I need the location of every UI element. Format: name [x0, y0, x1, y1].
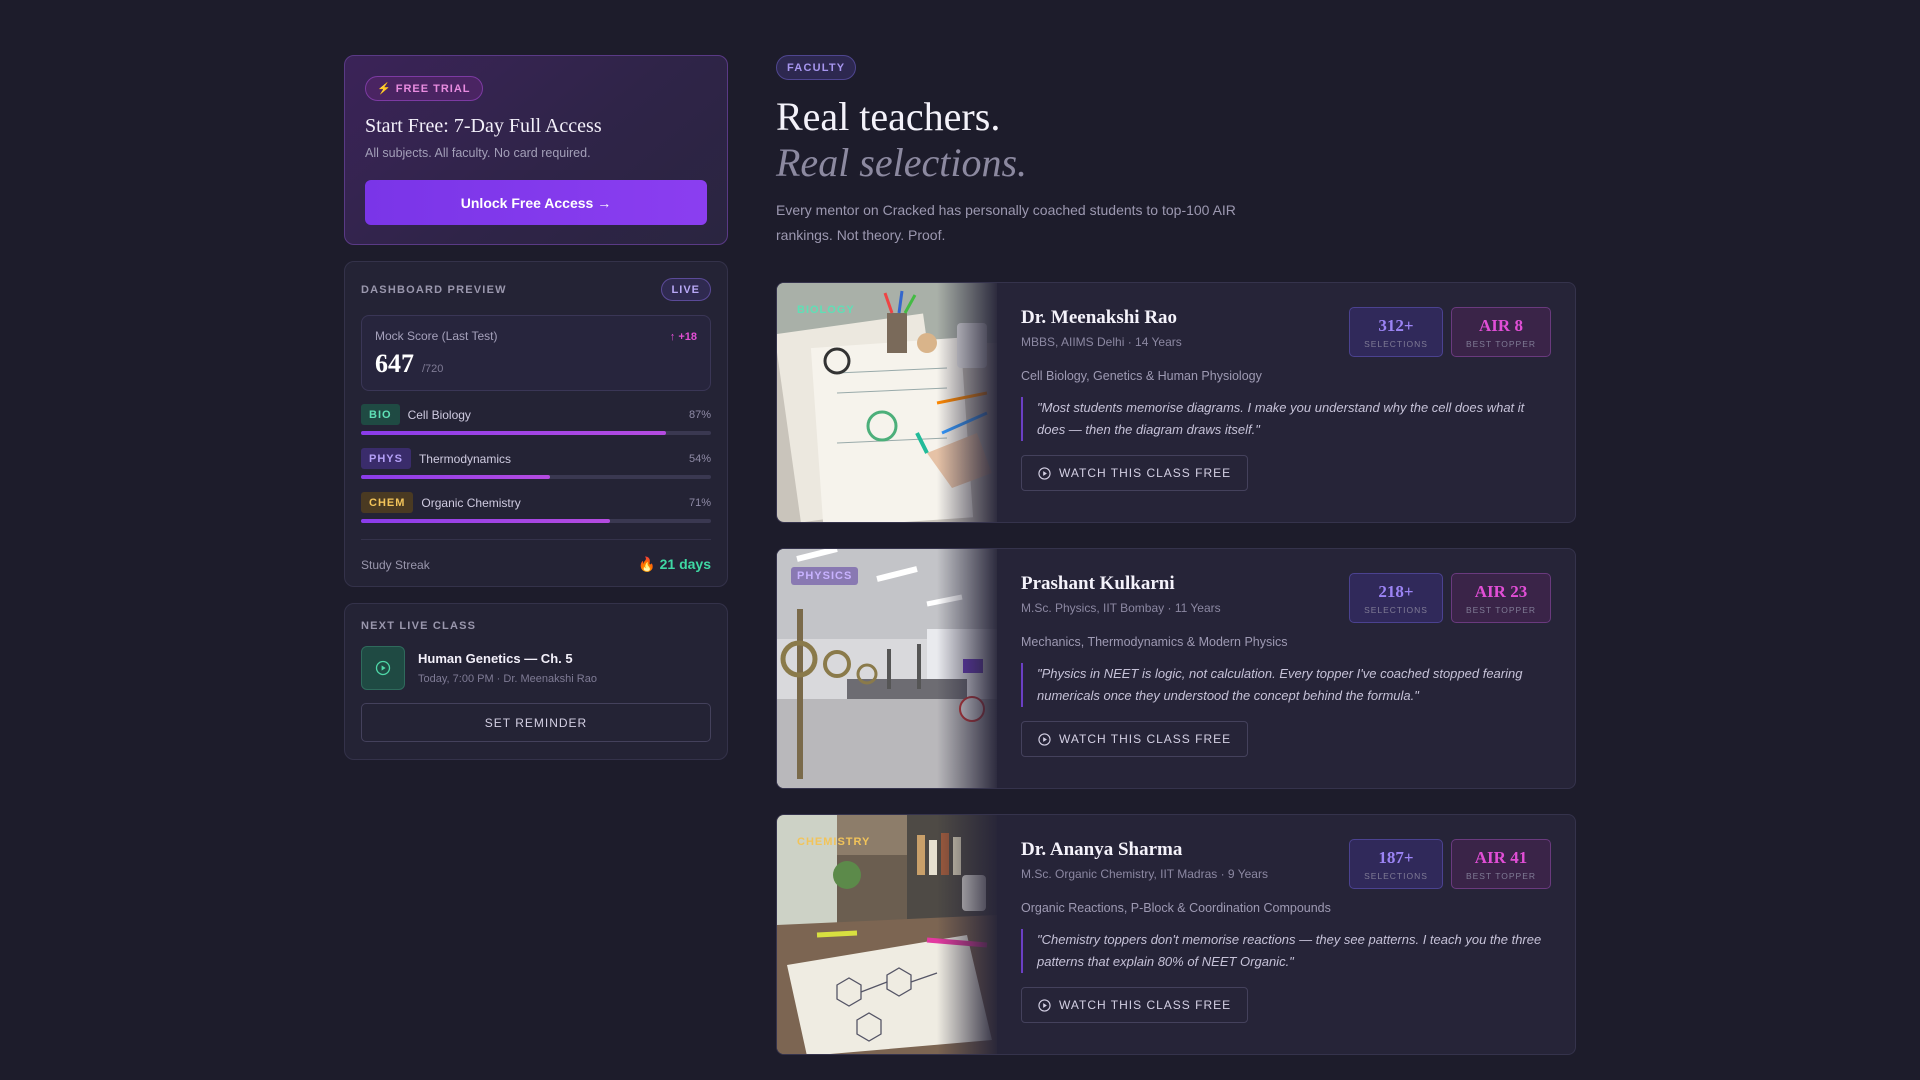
teacher-quote: "Physics in NEET is logic, not calculati…: [1021, 663, 1551, 707]
subject-name: Organic Chemistry: [421, 495, 521, 510]
play-circle-icon: [1038, 466, 1051, 480]
study-streak-row: Study Streak 🔥 21 days: [361, 539, 711, 573]
teacher-stats: 187+ SELECTIONS AIR 41 BEST TOPPER: [1349, 839, 1551, 889]
mock-score-value: 647: [375, 349, 414, 378]
faculty-pill: FACULTY: [776, 55, 857, 80]
next-class-meta: Today, 7:00 PM · Dr. Meenakshi Rao: [418, 673, 597, 685]
teacher-card: BIOLOGY Dr. Meenakshi Rao MBBS, AIIMS De…: [776, 282, 1576, 523]
best-topper-value: AIR 41: [1474, 847, 1528, 867]
teacher-card: PHYSICS Prashant Kulkarni M.Sc. Physics,…: [776, 548, 1576, 789]
mock-score-max: /720: [422, 363, 444, 375]
progress-fill: [361, 431, 666, 435]
best-topper-value: AIR 23: [1474, 581, 1528, 601]
subject-progress-bio: BIO Cell Biology 87%: [361, 404, 711, 435]
photo-subject-tag: PHYSICS: [791, 567, 859, 585]
selections-label: SELECTIONS: [1364, 870, 1428, 881]
subject-name: Thermodynamics: [418, 451, 511, 466]
progress-track: [361, 431, 711, 435]
subject-progress-chem: CHEM Organic Chemistry 71%: [361, 492, 711, 523]
watch-class-free-button[interactable]: WATCH THIS CLASS FREE: [1021, 455, 1249, 491]
dashboard-preview-card: DASHBOARD PREVIEW LIVE Mock Score (Last …: [344, 261, 728, 587]
teacher-stats: 312+ SELECTIONS AIR 8 BEST TOPPER: [1349, 307, 1551, 357]
best-topper-stat: AIR 23 BEST TOPPER: [1451, 573, 1551, 623]
next-class-title: Human Genetics — Ch. 5: [418, 651, 573, 666]
watch-class-free-button[interactable]: WATCH THIS CLASS FREE: [1021, 987, 1249, 1023]
teacher-stats: 218+ SELECTIONS AIR 23 BEST TOPPER: [1349, 573, 1551, 623]
live-badge: LIVE: [660, 278, 711, 301]
mock-score-delta: ↑ +18: [669, 331, 697, 343]
unlock-free-access-button[interactable]: Unlock Free Access →: [365, 180, 707, 225]
free-trial-card: ⚡ FREE TRIAL Start Free: 7-Day Full Acce…: [344, 55, 728, 245]
free-trial-subtitle: All subjects. All faculty. No card requi…: [365, 146, 591, 160]
selections-stat: 187+ SELECTIONS: [1349, 839, 1443, 889]
faculty-headline-italic: Real selections.: [776, 140, 1028, 185]
play-circle-icon: [1038, 732, 1051, 746]
teacher-quote: "Chemistry toppers don't memorise reacti…: [1021, 929, 1551, 973]
dashboard-preview-label: DASHBOARD PREVIEW: [361, 283, 507, 296]
subject-percent: 54%: [688, 452, 711, 465]
subject-tag: CHEM: [361, 492, 414, 513]
watch-class-free-label: WATCH THIS CLASS FREE: [1059, 466, 1232, 480]
progress-fill: [361, 475, 550, 479]
set-reminder-button[interactable]: SET REMINDER: [361, 703, 711, 742]
selections-value: 312+: [1378, 315, 1414, 335]
faculty-headline: Real teachers.: [776, 94, 1001, 139]
subject-percent: 87%: [688, 408, 711, 421]
best-topper-label: BEST TOPPER: [1465, 338, 1537, 349]
best-topper-label: BEST TOPPER: [1465, 604, 1537, 615]
page: ⚡ FREE TRIAL Start Free: 7-Day Full Acce…: [0, 0, 1920, 1080]
teacher-subjects: Mechanics, Thermodynamics & Modern Physi…: [1021, 635, 1288, 649]
free-trial-badge: ⚡ FREE TRIAL: [365, 76, 483, 101]
selections-stat: 218+ SELECTIONS: [1349, 573, 1443, 623]
mock-score-box: Mock Score (Last Test) ↑ +18 647 /720: [361, 315, 711, 391]
next-live-class-label: NEXT LIVE CLASS: [361, 620, 477, 632]
subject-name: Cell Biology: [407, 407, 471, 422]
teacher-subjects: Organic Reactions, P-Block & Coordinatio…: [1021, 901, 1331, 915]
progress-track: [361, 519, 711, 523]
study-streak-label: Study Streak: [361, 557, 430, 572]
teacher-quote: "Most students memorise diagrams. I make…: [1021, 397, 1551, 441]
selections-label: SELECTIONS: [1364, 604, 1428, 615]
teacher-photo-biology: BIOLOGY: [777, 283, 997, 522]
progress-fill: [361, 519, 610, 523]
photo-subject-tag: BIOLOGY: [797, 304, 855, 316]
selections-value: 187+: [1378, 847, 1414, 867]
subject-progress-phys: PHYS Thermodynamics 54%: [361, 448, 711, 479]
teacher-subjects: Cell Biology, Genetics & Human Physiolog…: [1021, 369, 1262, 383]
teacher-photo-chemistry: CHEMISTRY: [777, 815, 997, 1054]
selections-label: SELECTIONS: [1364, 338, 1428, 349]
watch-class-free-label: WATCH THIS CLASS FREE: [1059, 998, 1232, 1012]
watch-class-free-button[interactable]: WATCH THIS CLASS FREE: [1021, 721, 1249, 757]
progress-track: [361, 475, 711, 479]
selections-stat: 312+ SELECTIONS: [1349, 307, 1443, 357]
play-circle-icon: [1038, 998, 1051, 1012]
photo-subject-tag: CHEMISTRY: [797, 836, 871, 848]
free-trial-title: Start Free: 7-Day Full Access: [365, 115, 602, 137]
mock-score-label: Mock Score (Last Test): [375, 329, 498, 343]
best-topper-value: AIR 8: [1479, 315, 1523, 335]
selections-value: 218+: [1378, 581, 1414, 601]
best-topper-stat: AIR 8 BEST TOPPER: [1451, 307, 1551, 357]
watch-class-free-label: WATCH THIS CLASS FREE: [1059, 732, 1232, 746]
sidebar-column: ⚡ FREE TRIAL Start Free: 7-Day Full Acce…: [344, 55, 728, 760]
best-topper-stat: AIR 41 BEST TOPPER: [1451, 839, 1551, 889]
subject-percent: 71%: [688, 496, 711, 509]
teacher-photo-physics: PHYSICS: [777, 549, 997, 788]
next-live-class-card: NEXT LIVE CLASS Human Genetics — Ch. 5 T…: [344, 603, 728, 760]
best-topper-label: BEST TOPPER: [1465, 870, 1537, 881]
faculty-intro: Every mentor on Cracked has personally c…: [776, 202, 1236, 243]
play-icon[interactable]: [361, 646, 405, 690]
study-streak-value: 🔥 21 days: [638, 556, 711, 572]
teacher-card: CHEMISTRY Dr. Ananya Sharma M.Sc. Organi…: [776, 814, 1576, 1055]
subject-tag: BIO: [361, 404, 400, 425]
subject-tag: PHYS: [361, 448, 411, 469]
faculty-section: FACULTY Real teachers. Real selections. …: [776, 55, 1576, 1055]
